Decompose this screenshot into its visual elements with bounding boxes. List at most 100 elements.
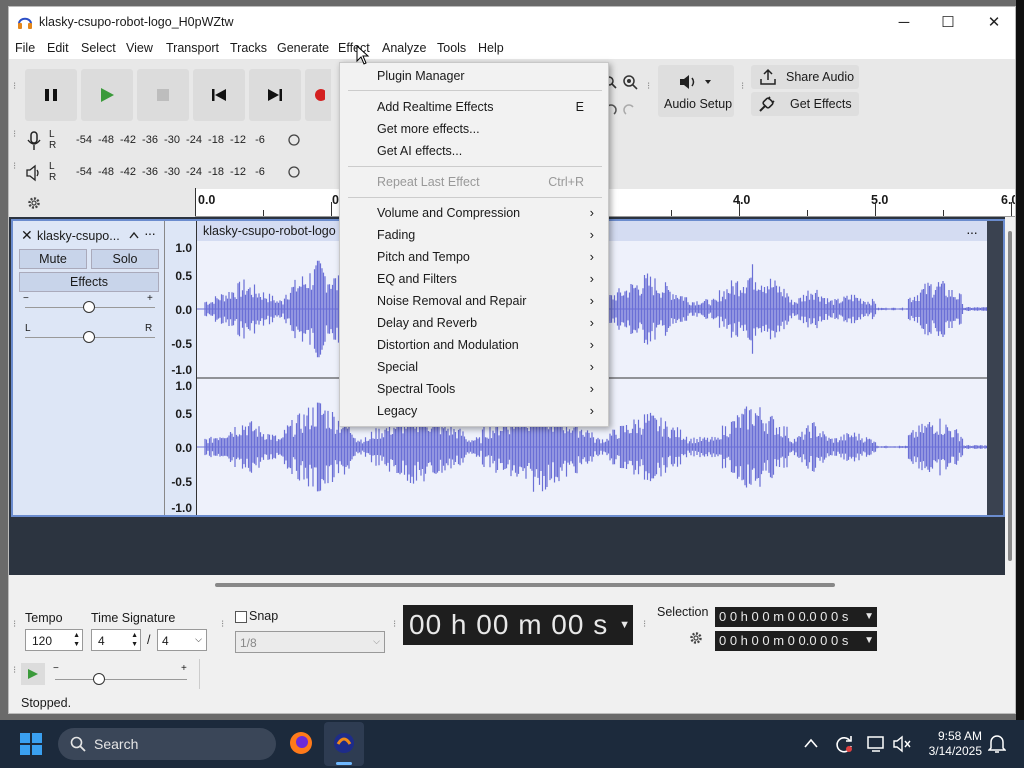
zoom-toggle-button[interactable] bbox=[617, 71, 643, 93]
menu-item-add-realtime-effects[interactable]: Add Realtime Effects E bbox=[340, 97, 608, 119]
menu-help[interactable]: Help bbox=[478, 41, 504, 55]
menu-edit[interactable]: Edit bbox=[47, 41, 69, 55]
chevron-down-icon[interactable]: ⌵ bbox=[195, 634, 202, 645]
maximize-button[interactable]: ☐ bbox=[925, 7, 971, 37]
toolbar-grip[interactable]: ⁝ bbox=[13, 130, 19, 140]
play-button[interactable] bbox=[81, 69, 133, 121]
record-meter[interactable]: LR -54 -48 -42 -36 -30 -24 -18 -12 -6 bbox=[21, 129, 301, 153]
meter-tick: -30 bbox=[164, 166, 180, 178]
taskbar-audacity-button[interactable] bbox=[324, 722, 364, 766]
meter-tick: -48 bbox=[98, 134, 114, 146]
close-button[interactable]: ✕ bbox=[971, 7, 1015, 37]
toolbar-grip[interactable]: ⁝ bbox=[13, 82, 19, 92]
firefox-icon[interactable] bbox=[288, 730, 314, 756]
playback-meter[interactable]: LR -54 -48 -42 -36 -30 -24 -18 -12 -6 bbox=[21, 161, 301, 185]
pause-button[interactable] bbox=[25, 69, 77, 121]
share-audio-button[interactable]: Share Audio bbox=[751, 65, 859, 89]
spinner-icon[interactable]: ▲ ▼ bbox=[73, 631, 80, 649]
menu-item-spectral-tools[interactable]: Spectral Tools › bbox=[340, 379, 608, 401]
minimize-button[interactable]: ─ bbox=[881, 7, 927, 37]
menu-item-distortion-and-modulation[interactable]: Distortion and Modulation › bbox=[340, 335, 608, 357]
volume-muted-icon[interactable] bbox=[892, 734, 912, 754]
menu-generate[interactable]: Generate bbox=[277, 41, 329, 55]
toolbar-grip[interactable]: ⁝ bbox=[393, 620, 399, 630]
menu-item-fading[interactable]: Fading › bbox=[340, 225, 608, 247]
speed-slider-handle[interactable] bbox=[93, 673, 105, 685]
notification-bell-icon[interactable] bbox=[988, 734, 1006, 754]
stop-button[interactable] bbox=[137, 69, 189, 121]
collapse-icon[interactable] bbox=[129, 231, 139, 239]
time-signature-denominator[interactable]: 4 ⌵ bbox=[157, 629, 207, 651]
gear-icon[interactable] bbox=[689, 631, 703, 645]
mute-button[interactable]: Mute bbox=[19, 249, 87, 269]
menu-item-get-ai-effects[interactable]: Get AI effects... bbox=[340, 141, 608, 163]
record-button[interactable] bbox=[305, 69, 331, 121]
toolbar-grip[interactable]: ⁝ bbox=[647, 82, 653, 92]
chevron-down-icon[interactable]: ▼ bbox=[864, 607, 874, 627]
sync-icon[interactable] bbox=[834, 734, 854, 754]
menu-analyze[interactable]: Analyze bbox=[382, 41, 426, 55]
toolbar-grip[interactable]: ⁝ bbox=[221, 620, 227, 630]
selection-end-time[interactable]: 0 0 h 0 0 m 0 0.0 0 0 s ▼ bbox=[715, 631, 877, 651]
menu-item-volume-and-compression[interactable]: Volume and Compression › bbox=[340, 203, 608, 225]
menu-tracks[interactable]: Tracks bbox=[230, 41, 267, 55]
amplitude-scale[interactable]: 1.0 0.5 0.0 -0.5 -1.0 1.0 0.5 0.0 -0.5 -… bbox=[165, 221, 197, 515]
menu-item-pitch-and-tempo[interactable]: Pitch and Tempo › bbox=[340, 247, 608, 269]
chevron-up-icon[interactable] bbox=[804, 738, 818, 748]
skip-to-end-button[interactable] bbox=[249, 69, 301, 121]
menu-item-noise-removal-and-repair[interactable]: Noise Removal and Repair › bbox=[340, 291, 608, 313]
horizontal-scroll-thumb[interactable] bbox=[215, 583, 835, 587]
effects-button[interactable]: Effects bbox=[19, 272, 159, 292]
toolbar-grip[interactable]: ⁝ bbox=[13, 162, 19, 172]
menu-item-delay-and-reverb[interactable]: Delay and Reverb › bbox=[340, 313, 608, 335]
windows-start-icon[interactable] bbox=[20, 733, 42, 755]
status-text: Stopped. bbox=[21, 696, 72, 710]
track-menu-icon[interactable]: ··· bbox=[144, 225, 156, 241]
menu-item-special[interactable]: Special › bbox=[340, 357, 608, 379]
menu-transport[interactable]: Transport bbox=[166, 41, 219, 55]
toolbar-grip[interactable]: ⁝ bbox=[13, 666, 19, 676]
menu-item-legacy[interactable]: Legacy › bbox=[340, 401, 608, 423]
taskbar-clock[interactable]: 9:58 AM 3/14/2025 bbox=[929, 729, 982, 759]
track-name[interactable]: klasky-csupo... bbox=[37, 229, 120, 243]
ruler-tick bbox=[671, 210, 672, 216]
tempo-input[interactable]: 120 ▲ ▼ bbox=[25, 629, 83, 651]
scale-label: 0.5 bbox=[175, 269, 192, 283]
menu-item-get-more-effects[interactable]: Get more effects... bbox=[340, 119, 608, 141]
menu-file[interactable]: File bbox=[15, 41, 35, 55]
selection-start-time[interactable]: 0 0 h 0 0 m 0 0.0 0 0 s ▼ bbox=[715, 607, 877, 627]
solo-button[interactable]: Solo bbox=[91, 249, 159, 269]
menu-view[interactable]: View bbox=[126, 41, 153, 55]
menu-item-eq-and-filters[interactable]: EQ and Filters › bbox=[340, 269, 608, 291]
scale-label: -0.5 bbox=[171, 337, 192, 351]
menu-tools[interactable]: Tools bbox=[437, 41, 466, 55]
pan-slider-handle[interactable] bbox=[83, 331, 95, 343]
snap-select[interactable]: 1/8 ⌵ bbox=[235, 631, 385, 653]
toolbar-grip[interactable]: ⁝ bbox=[13, 620, 19, 630]
chevron-down-icon[interactable]: ▼ bbox=[619, 605, 631, 645]
toolbar-grip[interactable]: ⁝ bbox=[643, 620, 649, 630]
spinner-icon[interactable]: ▲ ▼ bbox=[131, 631, 138, 649]
audio-setup-button[interactable]: Audio Setup bbox=[658, 65, 734, 117]
vertical-scroll-thumb[interactable] bbox=[1008, 231, 1012, 561]
gain-slider-handle[interactable] bbox=[83, 301, 95, 313]
get-effects-button[interactable]: Get Effects bbox=[751, 92, 859, 116]
clip-menu-icon[interactable]: ··· bbox=[966, 224, 978, 240]
network-icon[interactable] bbox=[866, 734, 886, 754]
taskbar-search[interactable]: Search bbox=[58, 728, 276, 760]
close-track-icon[interactable]: ✕ bbox=[21, 227, 33, 244]
vertical-scrollbar[interactable] bbox=[1005, 217, 1015, 575]
plug-icon bbox=[759, 96, 775, 112]
skip-to-start-button[interactable] bbox=[193, 69, 245, 121]
menu-item-plugin-manager[interactable]: Plugin Manager bbox=[340, 66, 608, 88]
chevron-down-icon[interactable]: ▼ bbox=[864, 631, 874, 651]
time-signature-numerator[interactable]: 4 ▲ ▼ bbox=[91, 629, 141, 651]
play-at-speed-button[interactable] bbox=[21, 663, 45, 685]
redo-button[interactable] bbox=[617, 99, 643, 121]
gear-icon[interactable] bbox=[27, 196, 41, 210]
toolbar-grip[interactable]: ⁝ bbox=[741, 82, 747, 92]
chevron-down-icon[interactable]: ⌵ bbox=[373, 636, 380, 647]
time-display[interactable]: 00 h 00 m 00 s ▼ bbox=[403, 605, 633, 645]
menu-select[interactable]: Select bbox=[81, 41, 116, 55]
snap-checkbox[interactable] bbox=[235, 611, 247, 623]
